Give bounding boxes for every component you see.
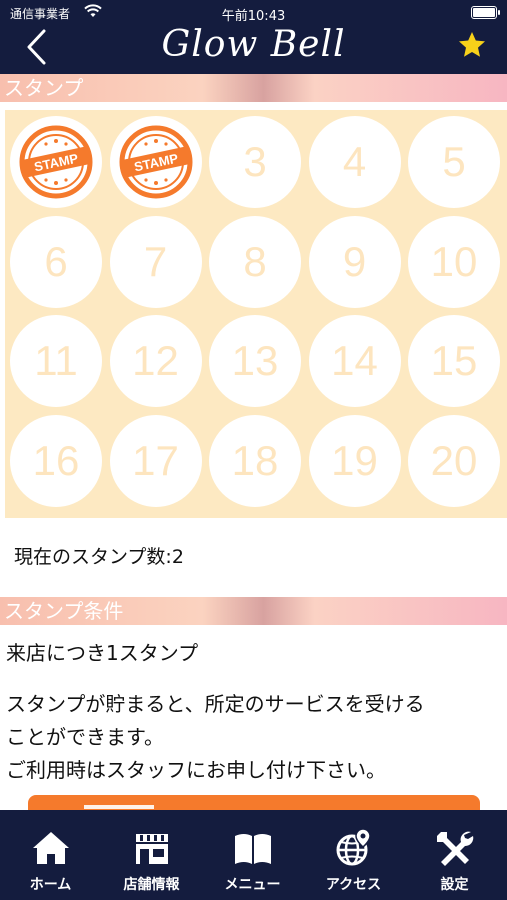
stamp-cell: 11	[10, 315, 102, 407]
stamp-cell: 4	[308, 116, 401, 208]
stamp-cell: 12	[109, 315, 202, 407]
tab-label: メニュー	[224, 877, 281, 893]
stamp-cell: 18	[209, 414, 301, 507]
home-icon	[33, 832, 69, 864]
nav-bar: Glow Bell	[0, 22, 507, 74]
stamp-condition: 来店につき1スタンプ	[6, 641, 199, 665]
stamp-number: 15	[430, 337, 478, 384]
stamp-number: 13	[231, 337, 279, 384]
globe-pin-icon	[336, 828, 371, 866]
stamp-cell: 13	[209, 315, 301, 407]
stamp-number: 18	[231, 436, 279, 484]
stamp-number: 17	[132, 436, 179, 484]
stamp-cell: 10	[408, 215, 500, 308]
stamp-cell: 16	[10, 414, 102, 507]
top-bar: 通信事業者 午前10:43 Glow Bell	[0, 0, 507, 74]
stamp-number: 9	[342, 237, 367, 285]
description-line: ことができます。	[6, 725, 164, 749]
tab-label: ホーム	[29, 877, 72, 893]
stamp-cell: 14	[308, 315, 401, 407]
tab-label: 設定	[440, 877, 469, 893]
stamp-cell-stamped: STAMP	[109, 116, 202, 208]
tab-home[interactable]: ホーム	[0, 810, 101, 900]
stamp-number: 12	[132, 337, 179, 384]
star-icon[interactable]	[457, 30, 487, 60]
stamp-cell: 9	[308, 215, 401, 308]
stamp-number: 14	[331, 337, 378, 384]
stamp-cell: 7	[109, 215, 202, 308]
stamp-number: 20	[430, 436, 478, 484]
stamp-cell: 3	[209, 116, 301, 208]
stamp-number: 8	[243, 237, 267, 285]
tab-access[interactable]: アクセス	[303, 810, 404, 900]
stamp-number: 10	[430, 237, 478, 285]
tab-store-info[interactable]: 店舗情報	[101, 810, 202, 900]
stamp-cell: 17	[109, 414, 202, 507]
description-line: スタンプが貯まると、所定のサービスを受ける	[6, 692, 425, 716]
tab-bar: ホーム 店舗情報 メニュー アクセス 設定	[0, 810, 507, 900]
stamp-number: 19	[331, 436, 378, 484]
stamp-cell: 8	[209, 215, 301, 308]
stamp-number: 3	[243, 138, 267, 185]
stamp-cell: 15	[408, 315, 500, 407]
stamp-number: 6	[44, 237, 68, 285]
battery-icon	[471, 6, 500, 19]
tab-menu[interactable]: メニュー	[202, 810, 303, 900]
tab-settings[interactable]: 設定	[404, 810, 505, 900]
tools-icon	[437, 831, 474, 866]
stamp-cell: 19	[308, 414, 401, 507]
tab-label: アクセス	[325, 877, 382, 893]
stamp-mark-icon: STAMP	[19, 125, 93, 199]
stamp-count-text: 現在のスタンプ数:2	[14, 546, 184, 568]
stamp-number: 4	[342, 138, 367, 185]
stamp-cell-stamped: STAMP	[10, 116, 102, 208]
stamp-description: スタンプが貯まると、所定のサービスを受ける ことができます。 ご利用時はスタッフ…	[6, 688, 501, 787]
stamp-number: 11	[34, 337, 78, 384]
conditions-section-header: スタンプ条件	[0, 597, 507, 625]
stamp-number: 16	[32, 436, 80, 484]
stamp-cell: 5	[408, 116, 500, 208]
stamp-cell: 20	[408, 414, 500, 507]
description-line: ご利用時はスタッフにお申し付け下さい。	[6, 758, 386, 782]
stamp-number: 5	[442, 138, 466, 185]
store-icon	[136, 834, 168, 864]
stamp-card: STAMP STAMP 3 4 5 6 7 8 9 10 11 12 13 14 15 16 17 18 19 20	[5, 110, 507, 518]
stamp-cell: 6	[10, 215, 102, 308]
button-highlight	[84, 805, 154, 809]
stamp-section-header: スタンプ	[0, 74, 507, 102]
book-icon	[235, 834, 271, 864]
tab-label: 店舗情報	[123, 877, 180, 893]
stamp-number: 7	[143, 237, 168, 285]
stamp-mark-icon: STAMP	[119, 125, 192, 199]
app-title: Glow Bell	[161, 24, 346, 65]
